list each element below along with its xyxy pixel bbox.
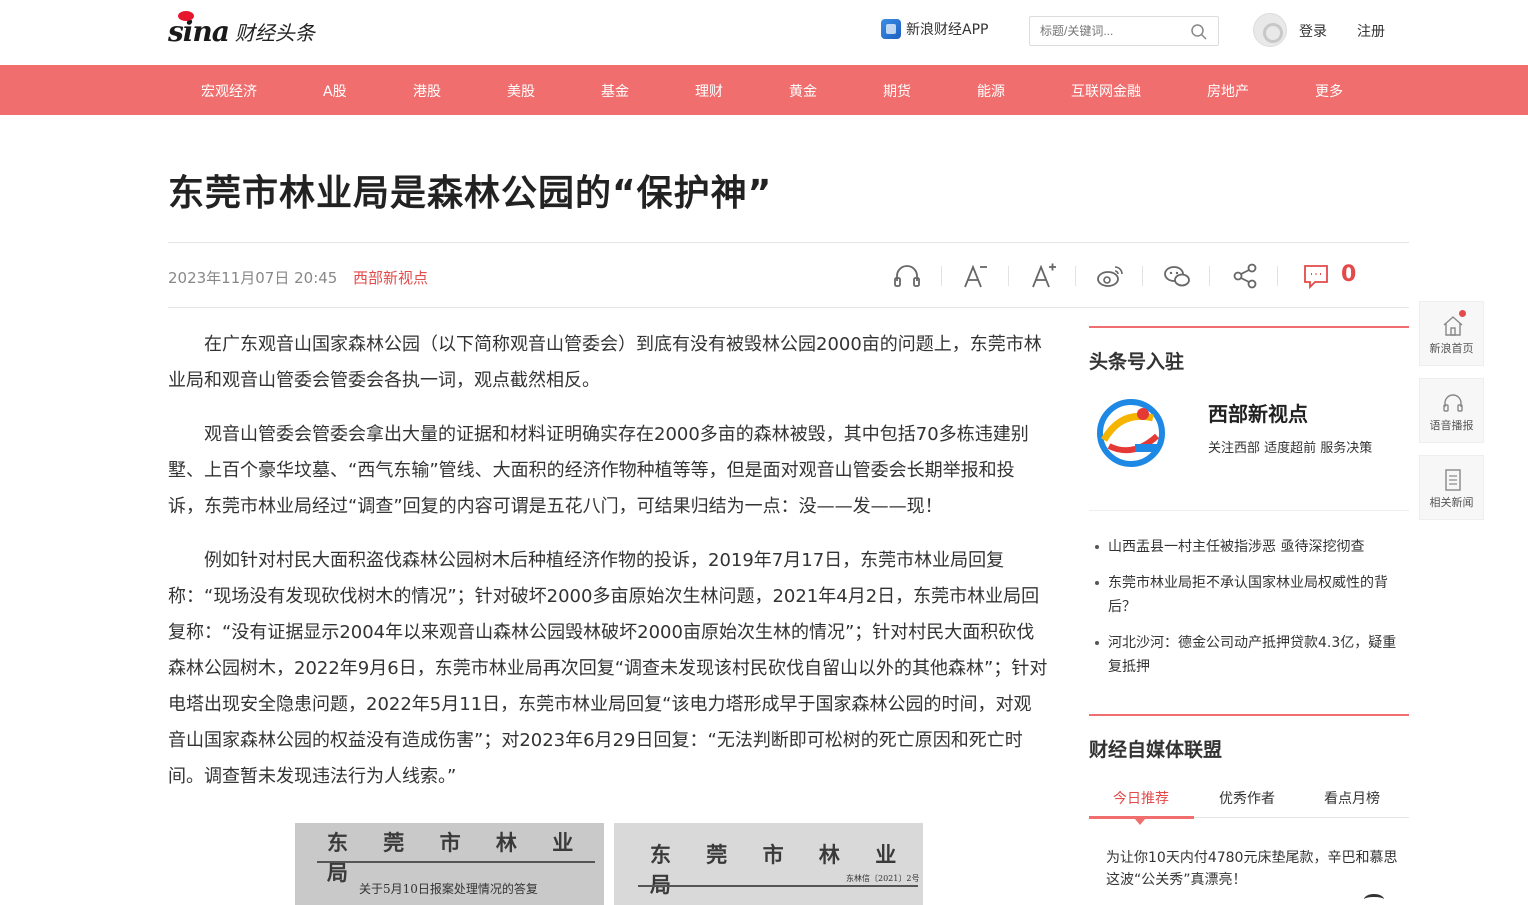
document-subtitle: 关于5月10日报案处理情况的答复	[359, 882, 538, 896]
section-title-media-alliance: 财经自媒体联盟	[1089, 739, 1223, 761]
share-icon[interactable]	[1230, 261, 1260, 291]
float-related-news-button[interactable]: 相关新闻	[1419, 455, 1484, 520]
nav-item-energy[interactable]: 能源	[977, 81, 1005, 101]
float-voice-button[interactable]: 语音播报	[1419, 378, 1484, 443]
article-paragraph: 观音山管委会管委会拿出大量的证据和材料证明确实存在2000多亩的森林被毁，其中包…	[168, 424, 1029, 517]
article-image-document-1[interactable]: 东 莞 市 林 业 局 关于5月10日报案处理情况的答复	[295, 823, 604, 905]
weibo-share-icon[interactable]	[1095, 261, 1125, 291]
section-rule	[1089, 714, 1409, 716]
account-logo[interactable]	[1091, 398, 1171, 468]
nav-item-wealth[interactable]: 理财	[695, 81, 723, 101]
article-source-link[interactable]: 西部新视点	[353, 267, 428, 288]
active-tab-caret	[1135, 819, 1145, 825]
section-rule	[1089, 326, 1409, 328]
publish-date: 2023年11月07日 20:45	[168, 269, 338, 287]
nav-item-internet-finance[interactable]: 互联网金融	[1071, 81, 1141, 101]
feed-item-title[interactable]: 为让你10天内付4780元床垫尾款，辛巴和慕思这波“公关秀”真漂亮！	[1106, 847, 1406, 891]
nav-item-hk-stock[interactable]: 港股	[413, 81, 441, 101]
finance-headline-logo-text: 财经头条	[234, 20, 315, 45]
font-decrease-icon[interactable]	[960, 261, 990, 291]
feed-item-icon-clipped	[1364, 894, 1384, 905]
document-rule	[317, 861, 595, 863]
nav-item-real-estate[interactable]: 房地产	[1207, 81, 1249, 101]
nav-item-us-stock[interactable]: 美股	[507, 81, 535, 101]
channel-nav: 宏观经济 A股 港股 美股 基金 理财 黄金 期货 能源 互联网金融 房地产 更…	[0, 65, 1528, 115]
float-voice-label: 语音播报	[1429, 419, 1474, 432]
headphones-icon	[1443, 394, 1463, 412]
document-rule	[638, 885, 918, 887]
user-avatar[interactable]	[1253, 13, 1287, 47]
divider	[168, 307, 1409, 308]
account-name[interactable]: 西部新视点	[1208, 398, 1308, 427]
comment-icon[interactable]	[1301, 261, 1331, 291]
article-title: 东莞市林业局是森林公园的“保护神”	[168, 173, 773, 214]
article-paragraph: 在广东观音山国家森林公园（以下简称观音山管委会）到底有没有被毁林公园2000亩的…	[168, 334, 1042, 391]
phone-app-icon	[881, 19, 901, 39]
tab-today-recommend[interactable]: 今日推荐	[1113, 788, 1169, 808]
account-slogan: 关注西部 适度超前 服务决策	[1208, 441, 1373, 456]
document-number: 东林信〔2021〕2号	[846, 874, 920, 883]
comment-count[interactable]: 0	[1341, 262, 1356, 287]
sina-finance-app-link[interactable]: 新浪财经APP	[881, 19, 988, 39]
register-link[interactable]: 注册	[1357, 21, 1385, 41]
home-icon	[1443, 316, 1463, 336]
toolbar-separator	[1142, 266, 1143, 286]
audio-headphones-icon[interactable]	[892, 261, 922, 291]
float-home-label: 新浪首页	[1429, 342, 1474, 355]
nav-item-fund[interactable]: 基金	[601, 81, 629, 101]
search-input[interactable]	[1040, 24, 1190, 38]
related-articles-list: 山西盂县一村主任被指涉恶 亟待深挖彻查 东莞市林业局拒不承认国家林业局权威性的背…	[1095, 535, 1409, 691]
article-paragraph: 例如针对村民大面积盗伐森林公园树木后种植经济作物的投诉，2019年7月17日，东…	[168, 550, 1048, 787]
section-title-headline-account: 头条号入驻	[1089, 351, 1185, 373]
tab-monthly-ranking[interactable]: 看点月榜	[1324, 788, 1380, 808]
search-box	[1029, 16, 1219, 46]
tab-top-authors[interactable]: 优秀作者	[1219, 788, 1275, 808]
toolbar-separator	[1209, 266, 1210, 286]
login-link[interactable]: 登录	[1299, 21, 1327, 41]
related-article-link[interactable]: 山西盂县一村主任被指涉恶 亟待深挖彻查	[1095, 535, 1409, 559]
feed-item-meta-clipped	[1275, 896, 1345, 905]
document-list-icon	[1445, 469, 1461, 491]
related-article-link[interactable]: 河北沙河：德金公司动产抵押贷款4.3亿，疑重复抵押	[1095, 631, 1409, 679]
nav-item-gold[interactable]: 黄金	[789, 81, 817, 101]
toolbar-separator	[1075, 266, 1076, 286]
sina-logo-mark: sina	[168, 10, 230, 48]
nav-item-macro[interactable]: 宏观经济	[201, 81, 257, 101]
article-body: 在广东观音山国家森林公园（以下简称观音山管委会）到底有没有被毁林公园2000亩的…	[168, 327, 1048, 795]
divider	[168, 242, 1409, 243]
search-icon[interactable]	[1190, 23, 1208, 41]
nav-item-more[interactable]: 更多	[1315, 81, 1343, 101]
document-header: 东 莞 市 林 业 局	[327, 830, 588, 885]
divider	[1089, 510, 1409, 511]
article-image-document-2[interactable]: 东 莞 市 林 业 局 东林信〔2021〕2号	[614, 823, 923, 905]
nav-item-futures[interactable]: 期货	[883, 81, 911, 101]
float-home-button[interactable]: 新浪首页	[1419, 301, 1484, 366]
app-link-label: 新浪财经APP	[906, 22, 989, 38]
related-article-link[interactable]: 东莞市林业局拒不承认国家林业局权威性的背后？	[1095, 571, 1409, 619]
toolbar-separator	[941, 266, 942, 286]
toolbar-separator	[1277, 266, 1278, 286]
alliance-tabs: 今日推荐 优秀作者 看点月榜	[1089, 782, 1409, 818]
font-increase-icon[interactable]	[1029, 261, 1059, 291]
nav-item-a-share[interactable]: A股	[323, 81, 347, 101]
top-header: sina 财经头条 新浪财经APP 登录 注册	[0, 0, 1528, 65]
wechat-share-icon[interactable]	[1162, 261, 1192, 291]
float-related-news-label: 相关新闻	[1429, 496, 1474, 509]
sina-logo[interactable]: sina 财经头条	[168, 10, 315, 48]
document-header: 东 莞 市 林 业 局	[650, 842, 911, 897]
toolbar-separator	[1008, 266, 1009, 286]
